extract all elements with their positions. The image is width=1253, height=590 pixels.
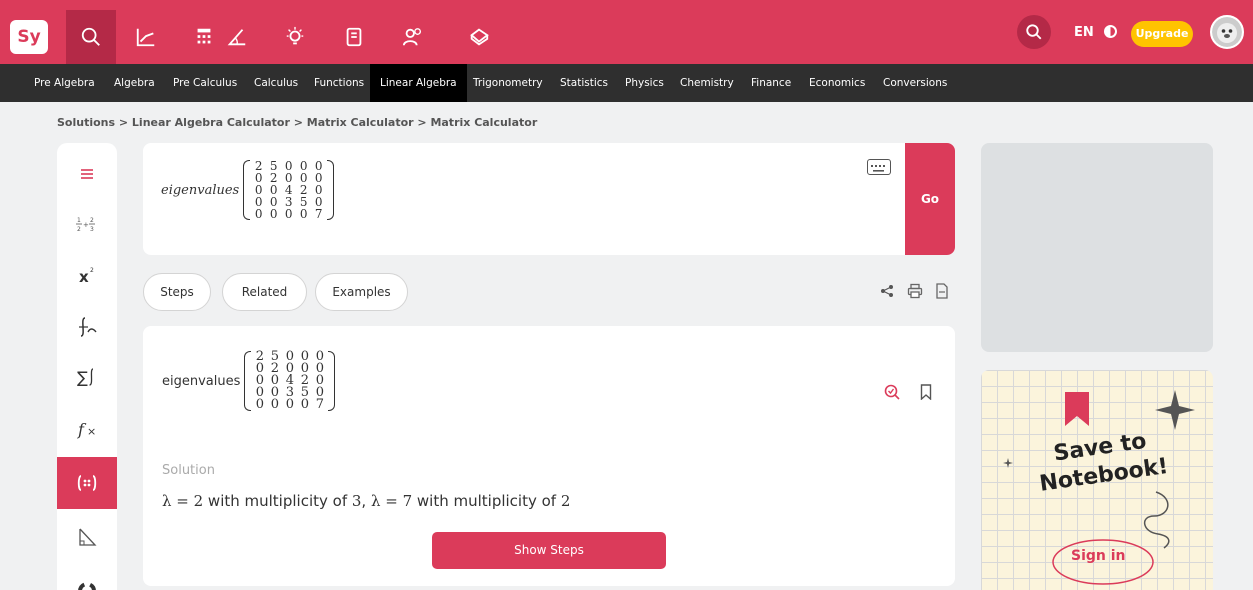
sidebar-integrals[interactable] — [57, 301, 117, 353]
matrix-icon — [77, 475, 97, 491]
subject-chemistry[interactable]: Chemistry — [674, 64, 740, 102]
people-icon — [402, 28, 422, 46]
signin-link[interactable]: Sign in — [1071, 548, 1126, 564]
pdf-icon[interactable] — [934, 283, 950, 299]
avatar[interactable] — [1210, 15, 1244, 49]
graph-icon — [136, 28, 155, 47]
sidebar-fractions[interactable]: 1 2 +2 3 — [57, 198, 117, 250]
svg-text:+: + — [83, 221, 89, 229]
solution-card: eigenvalues 25000 02000 00420 00350 0000… — [143, 326, 955, 586]
logo[interactable]: Sy — [10, 20, 48, 54]
svg-text:f: f — [77, 420, 87, 439]
search-tool[interactable] — [66, 10, 116, 64]
geometry-tool[interactable] — [212, 10, 262, 64]
subject-linear-algebra[interactable]: Linear Algebra — [370, 64, 467, 102]
graph-tool[interactable] — [121, 10, 171, 64]
result-function: eigenvalues — [162, 373, 241, 389]
svg-text:∑: ∑ — [77, 368, 88, 387]
exponent-icon: x2 — [79, 267, 94, 286]
fraction-icon: 1 2+2 3 — [76, 217, 95, 233]
notebook-icon — [346, 27, 362, 47]
tab-examples[interactable]: Examples — [315, 273, 408, 311]
sidebar-exponents[interactable]: x2 — [57, 249, 117, 301]
svg-text:1: 1 — [77, 217, 81, 224]
sidebar-matrices[interactable] — [57, 457, 117, 509]
svg-text:×: × — [87, 425, 96, 438]
verify-icon[interactable] — [884, 384, 900, 404]
profile-icon — [1212, 17, 1242, 47]
solution-answer: λ = 2 with multiplicity of 3, λ = 7 with… — [162, 492, 571, 510]
print-icon[interactable] — [907, 283, 923, 299]
sidebar-statistics[interactable] — [57, 563, 117, 590]
sidebar-functions[interactable]: f × — [57, 403, 117, 455]
subject-nav: Pre Algebra Algebra Pre Calculus Calculu… — [0, 64, 1253, 102]
solution-label: Solution — [162, 463, 215, 478]
category-sidebar: 1 2 +2 3 x2 ∑ f × — [57, 143, 117, 590]
search-icon — [1026, 24, 1042, 40]
sum-icon: ∑ — [77, 368, 94, 387]
result-matrix: 25000 02000 00420 00350 00007 — [244, 350, 336, 411]
small-star-icon — [1003, 458, 1013, 468]
angle-icon — [227, 29, 246, 46]
upgrade-button[interactable]: Upgrade — [1131, 21, 1193, 47]
ad-placeholder — [981, 143, 1213, 352]
subject-physics[interactable]: Physics — [619, 64, 670, 102]
result-expression: eigenvalues 25000 02000 00420 00350 0000… — [162, 350, 336, 411]
integral-icon — [79, 317, 97, 337]
function-icon: f × — [77, 420, 96, 439]
subject-conversions[interactable]: Conversions — [877, 64, 953, 102]
svg-text:3: 3 — [90, 226, 94, 233]
practice-tool[interactable] — [454, 10, 504, 64]
svg-text:2: 2 — [77, 226, 81, 233]
subject-algebra[interactable]: Algebra — [108, 64, 161, 102]
svg-text:2: 2 — [90, 267, 94, 274]
eraser-icon — [470, 28, 489, 46]
subject-statistics[interactable]: Statistics — [554, 64, 614, 102]
input-function: eigenvalues — [161, 182, 240, 198]
triangle-icon — [79, 528, 97, 546]
sidebar-geometry[interactable] — [57, 511, 117, 563]
subject-finance[interactable]: Finance — [745, 64, 797, 102]
share-icon[interactable] — [879, 283, 895, 299]
tab-related[interactable]: Related — [222, 273, 307, 311]
subject-trigonometry[interactable]: Trigonometry — [467, 64, 549, 102]
subject-functions[interactable]: Functions — [308, 64, 370, 102]
promo-title: Save to Notebook! — [1037, 428, 1170, 497]
sidebar-sums[interactable]: ∑ — [57, 351, 117, 403]
menu-icon — [81, 169, 93, 179]
lightbulb-icon — [286, 26, 304, 45]
save-to-notebook-promo[interactable]: Save to Notebook! Sign in — [981, 370, 1213, 590]
svg-text:2: 2 — [90, 217, 94, 224]
notebook-tool[interactable] — [329, 10, 379, 64]
tab-steps[interactable]: Steps — [143, 273, 211, 311]
subject-calculus[interactable]: Calculus — [248, 64, 304, 102]
bookmark-icon[interactable] — [920, 384, 932, 404]
language-selector[interactable]: EN — [1074, 25, 1094, 40]
pie-chart-icon — [78, 582, 96, 590]
sidebar-menu[interactable] — [57, 148, 117, 200]
header-search-button[interactable] — [1017, 15, 1051, 49]
top-bar: Sy EN Upgrade — [0, 0, 1253, 64]
groups-tool[interactable] — [388, 10, 438, 64]
math-input-card: eigenvalues 25000 02000 00420 00350 0000… — [143, 143, 955, 255]
keyboard-icon[interactable] — [867, 159, 891, 175]
subject-economics[interactable]: Economics — [803, 64, 871, 102]
input-matrix: 25000 02000 00420 00350 00007 — [243, 160, 335, 220]
bookmark-icon — [1065, 392, 1089, 426]
svg-text:x: x — [79, 268, 89, 286]
contrast-toggle-icon[interactable] — [1104, 25, 1117, 38]
subject-pre-calculus[interactable]: Pre Calculus — [167, 64, 243, 102]
go-button[interactable]: Go — [905, 143, 955, 255]
subject-pre-algebra[interactable]: Pre Algebra — [28, 64, 101, 102]
show-steps-button[interactable]: Show Steps — [432, 532, 666, 569]
concepts-tool[interactable] — [270, 10, 320, 64]
breadcrumb[interactable]: Solutions > Linear Algebra Calculator > … — [57, 116, 537, 129]
math-input[interactable]: eigenvalues 25000 02000 00420 00350 0000… — [161, 160, 335, 220]
search-icon — [81, 27, 100, 46]
